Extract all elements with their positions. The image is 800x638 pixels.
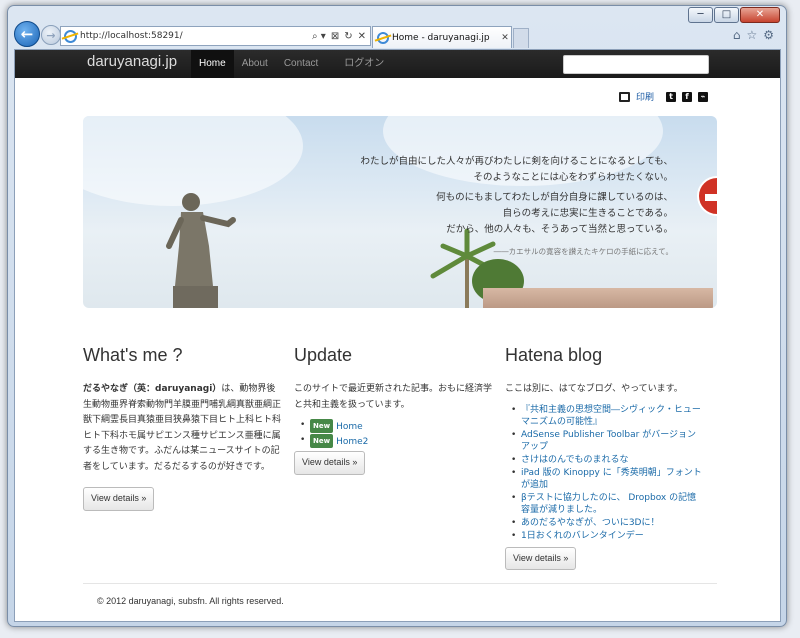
update-column: Update このサイトで最近更新された記事。おもに経済学と共和主義を扱っていま… [294, 344, 494, 475]
quote-line: 何ものにもましてわたしが自分自身に課しているのは、 [436, 192, 673, 203]
site-navbar: daruyanagi.jp Home About Contact ログオン [15, 50, 780, 78]
hatena-list: 『共和主義の思想空間―シヴィック・ヒューマニズムの可能性』 AdSense Pu… [505, 404, 705, 542]
window-controls: ─ □ ✕ [688, 7, 780, 23]
hatena-title: Hatena blog [505, 345, 603, 365]
hatena-column: Hatena blog ここは別に、はてなブログ、やっています。 『共和主義の思… [505, 344, 705, 570]
update-details-button[interactable]: View details » [294, 451, 366, 475]
forward-arrow-icon[interactable]: → [41, 25, 61, 45]
refresh-icon[interactable]: ↻ [344, 31, 352, 42]
hero-quote: わたしが自由にした人々が再びわたしに剣を向けることになるとしても、 そのようなこ… [361, 154, 673, 260]
tab-title[interactable]: Home - daruyanagi.jp [392, 33, 499, 43]
address-text[interactable]: http://localhost:58291/ [80, 31, 312, 41]
road-sign-image [697, 176, 717, 216]
minimize-button[interactable]: ─ [688, 7, 713, 23]
site-brand[interactable]: daruyanagi.jp [87, 53, 177, 70]
back-arrow-icon[interactable]: ← [14, 21, 40, 47]
browser-tab[interactable]: Home - daruyanagi.jp ✕ [372, 26, 512, 48]
nav-home[interactable]: Home [191, 50, 234, 78]
favorites-star-icon[interactable]: ☆ [746, 28, 757, 42]
list-item[interactable]: あのだるやなぎが、ついに3Dに！ [511, 517, 705, 529]
nav-contact[interactable]: Contact [276, 50, 326, 78]
whats-me-title: What's me ? [83, 345, 183, 365]
facebook-icon[interactable]: f [682, 91, 692, 102]
list-item[interactable]: 『共和主義の思想空間―シヴィック・ヒューマニズムの可能性』 [511, 404, 705, 428]
whats-me-name: だるやなぎ（英：daruyanagi） [83, 384, 222, 394]
quote-line: わたしが自由にした人々が再びわたしに剣を向けることになるとしても、 [360, 156, 673, 167]
update-list: NewHome NewHome2 [294, 419, 494, 448]
whats-me-column: What's me ? だるやなぎ（英：daruyanagi）は、動物界後生動物… [83, 344, 283, 511]
quote-attribution: ――カエサルの寛容を讃えたキケロの手紙に応えて。 [493, 247, 673, 256]
hero-banner: わたしが自由にした人々が再びわたしに剣を向けることになるとしても、 そのようなこ… [83, 116, 717, 308]
rss-icon[interactable]: ⌁ [698, 91, 708, 102]
quote-line: 自らの考えに忠実に生きることである。 [502, 208, 673, 219]
new-badge: New [310, 419, 334, 433]
search-input[interactable] [563, 55, 709, 74]
stop-icon[interactable]: ✕ [358, 31, 366, 42]
new-badge: New [310, 434, 334, 448]
page-viewport: daruyanagi.jp Home About Contact ログオン 印刷… [14, 49, 781, 622]
quote-line: そのようなことには心をわずらわせたくない。 [473, 172, 673, 183]
compat-view-icon[interactable]: ⊠ [331, 31, 339, 42]
browser-right-tools: ⌂ ☆ ⚙ [733, 28, 774, 42]
home-icon[interactable]: ⌂ [733, 28, 741, 42]
address-bar[interactable]: http://localhost:58291/ ⌕ ▾ ⊠ ↻ ✕ [60, 26, 371, 46]
twitter-icon[interactable]: t [666, 91, 676, 102]
new-tab-button[interactable] [513, 28, 529, 48]
update-link[interactable]: Home2 [336, 437, 368, 447]
list-item[interactable]: AdSense Publisher Toolbar がバージョンアップ [511, 429, 705, 453]
address-tools: ⌕ ▾ ⊠ ↻ ✕ [312, 31, 370, 42]
hatena-details-button[interactable]: View details » [505, 546, 577, 570]
list-item[interactable]: 1日おくれのバレンタインデー [511, 530, 705, 542]
footer-divider [83, 583, 717, 584]
footer-copyright: © 2012 daruyanagi, subsfn. All rights re… [97, 596, 284, 606]
whats-me-description: は、動物界後生動物亜界脊索動物門羊膜亜門哺乳綱真獣亜綱正獣下綱霊長目真猿亜目狭鼻… [83, 384, 282, 472]
print-icon[interactable] [618, 91, 630, 102]
whats-me-body: だるやなぎ（英：daruyanagi）は、動物界後生動物亜界脊索動物門羊膜亜門哺… [83, 382, 283, 475]
search-dropdown-icon[interactable]: ⌕ ▾ [312, 31, 326, 42]
nav-about[interactable]: About [234, 50, 276, 78]
tab-close-icon[interactable]: ✕ [499, 33, 511, 43]
hatena-body: ここは別に、はてなブログ、やっています。 [505, 384, 683, 394]
update-title: Update [294, 345, 353, 365]
nav-links: Home About Contact ログオン [191, 50, 392, 78]
settings-gear-icon[interactable]: ⚙ [763, 28, 774, 42]
whats-me-details-button[interactable]: View details » [83, 487, 155, 511]
list-item[interactable]: iPad 版の Kinoppy に「秀英明朝」フォントが追加 [511, 467, 705, 491]
print-link[interactable]: 印刷 [636, 90, 654, 103]
update-body: このサイトで最近更新された記事。おもに経済学と共和主義を扱っています。 [294, 384, 493, 410]
quote-line: だから、他の人々も、そうあって当然と思っている。 [446, 224, 673, 235]
list-item[interactable]: βテストに協力したのに、 Dropbox の記憶容量が減りました。 [511, 492, 705, 516]
nav-logon[interactable]: ログオン [336, 50, 392, 78]
caesar-statue-image [166, 193, 236, 308]
list-item: NewHome2 [300, 434, 494, 448]
list-item: NewHome [300, 419, 494, 433]
browser-window: ─ □ ✕ ← → http://localhost:58291/ ⌕ ▾ ⊠ … [7, 5, 787, 627]
close-button[interactable]: ✕ [740, 7, 780, 23]
update-link[interactable]: Home [336, 422, 363, 432]
ie-logo-icon [64, 29, 77, 43]
list-item[interactable]: さけはのんでものまれるな [511, 454, 705, 466]
tab-favicon-icon [377, 31, 389, 44]
maximize-button[interactable]: □ [714, 7, 739, 23]
share-bar: 印刷 t f ⌁ [618, 90, 708, 103]
buildings-image [483, 288, 713, 308]
